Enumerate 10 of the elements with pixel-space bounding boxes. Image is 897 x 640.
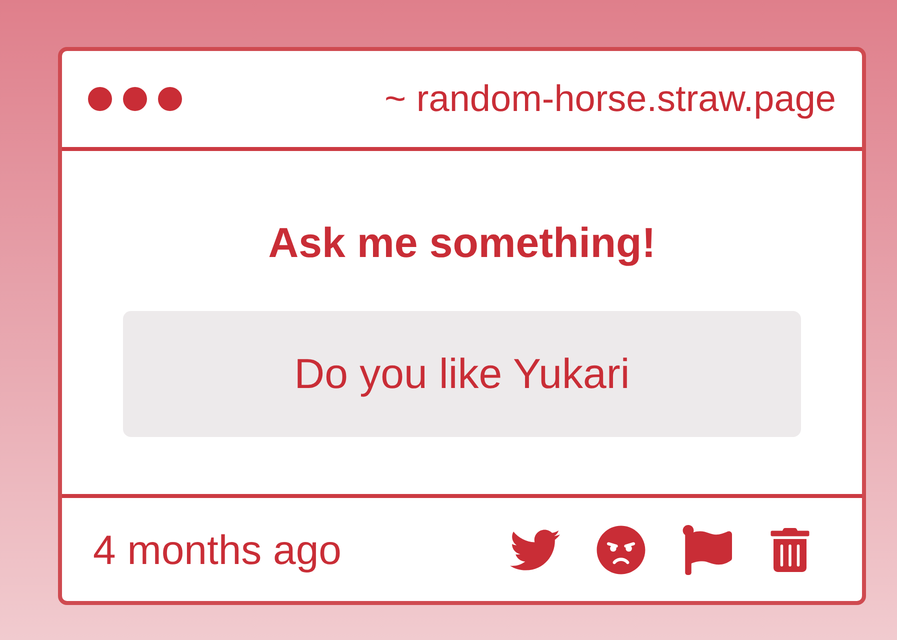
page-address: ~ random-horse.straw.page <box>384 77 836 121</box>
question-card: Do you like Yukari <box>123 311 801 437</box>
angry-face-icon[interactable] <box>596 524 646 574</box>
trash-icon[interactable] <box>768 528 812 572</box>
dot-icon <box>88 87 112 111</box>
time-ago: 4 months ago <box>93 526 342 574</box>
flag-icon[interactable] <box>682 524 732 574</box>
dot-icon <box>158 87 182 111</box>
dot-icon <box>123 87 147 111</box>
prompt-title: Ask me something! <box>268 218 656 268</box>
